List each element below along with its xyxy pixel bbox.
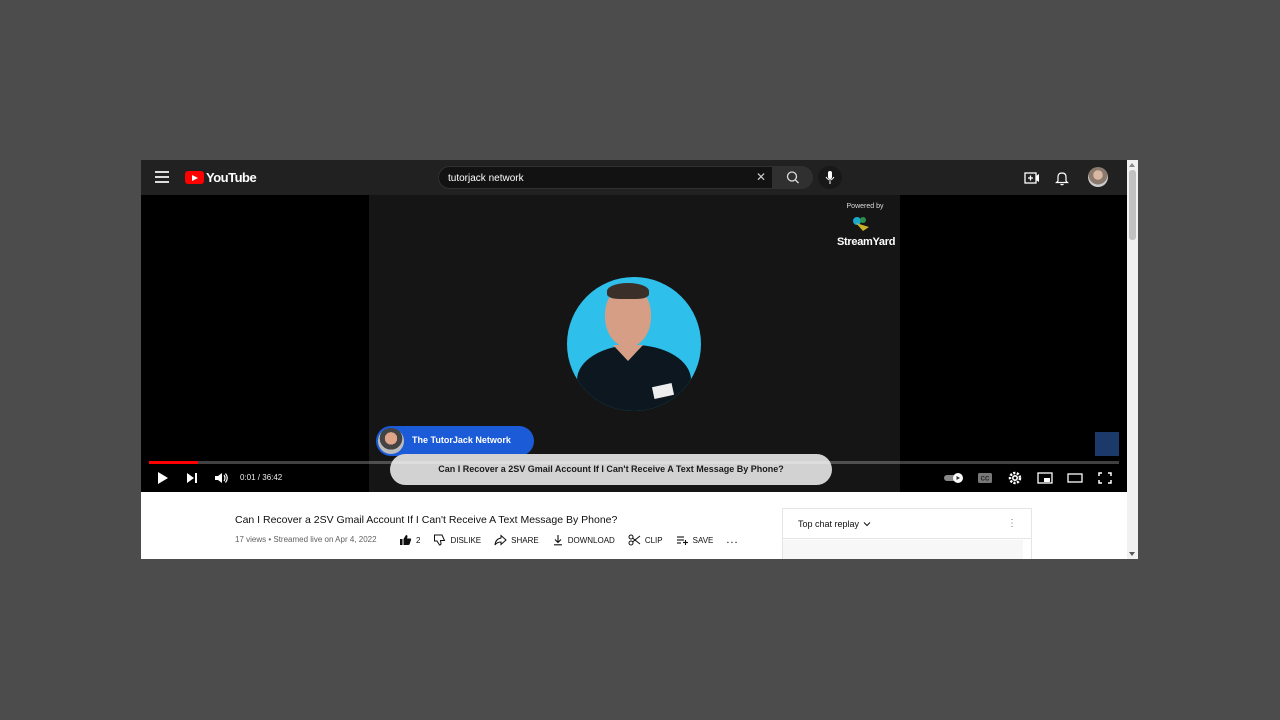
autoplay-toggle-icon[interactable] (943, 470, 965, 486)
fullscreen-icon[interactable] (1096, 470, 1114, 486)
clip-button[interactable]: CLIP (628, 534, 663, 546)
top-bar: YouTube ✕ (141, 160, 1127, 195)
youtube-logo[interactable]: YouTube (185, 170, 257, 185)
share-icon (494, 534, 507, 546)
chat-panel: Top chat replay ⋮ (782, 508, 1032, 559)
play-icon[interactable] (154, 470, 172, 486)
search-box: ✕ (438, 166, 773, 189)
time-display: 0:01 / 36:42 (240, 473, 283, 482)
download-button[interactable]: DOWNLOAD (552, 534, 615, 546)
youtube-logo-icon (185, 171, 204, 184)
chat-menu-icon[interactable]: ⋮ (1007, 518, 1017, 529)
host-name: The TutorJack Network (412, 435, 511, 445)
search-icon (786, 171, 799, 184)
avatar[interactable] (1088, 167, 1108, 187)
notifications-icon[interactable] (1053, 169, 1071, 187)
search-button[interactable] (773, 166, 813, 189)
like-count: 2 (416, 535, 421, 545)
video-meta: 17 views • Streamed live on Apr 4, 2022 (235, 535, 377, 544)
share-label: SHARE (511, 535, 539, 545)
clip-label: CLIP (644, 535, 663, 545)
share-button[interactable]: SHARE (494, 534, 539, 546)
chat-body (783, 540, 1023, 559)
clear-icon[interactable]: ✕ (756, 170, 766, 184)
scroll-up-arrow[interactable] (1129, 163, 1135, 167)
player-controls: 0:01 / 36:42 CC (141, 465, 1127, 492)
video-title: Can I Recover a 2SV Gmail Account If I C… (235, 514, 618, 526)
clip-icon (628, 534, 641, 546)
captions-icon[interactable]: CC (976, 470, 994, 486)
download-label: DOWNLOAD (567, 535, 615, 545)
host-avatar (378, 428, 404, 454)
scrollbar[interactable] (1127, 160, 1138, 559)
action-bar: 2 DISLIKE SHARE DOWNLOAD CLIP SAVE ... (399, 534, 739, 546)
save-label: SAVE (692, 535, 714, 545)
powered-by-label: Powered by (846, 203, 884, 210)
progress-bar[interactable] (149, 461, 1119, 464)
dislike-icon (434, 534, 446, 546)
host-video-circle (567, 277, 701, 411)
dislike-label: DISLIKE (450, 535, 482, 545)
streamyard-logo-icon (853, 217, 869, 231)
mic-button[interactable] (818, 166, 842, 189)
svg-text:CC: CC (981, 477, 990, 483)
next-icon[interactable] (183, 470, 201, 486)
streamyard-text: StreamYard (837, 236, 896, 248)
download-icon (553, 535, 562, 546)
like-button[interactable]: 2 (399, 534, 420, 546)
logo-text: YouTube (206, 170, 257, 185)
host-name-banner: The TutorJack Network (376, 426, 534, 456)
mic-icon (825, 171, 835, 184)
settings-icon[interactable] (1006, 470, 1024, 486)
browser-window: YouTube ✕ (141, 160, 1138, 559)
more-actions-button[interactable]: ... (726, 534, 738, 546)
video-player[interactable]: Powered by StreamYard The TutorJack Netw… (141, 195, 1127, 492)
video-details: Can I Recover a 2SV Gmail Account If I C… (141, 492, 1127, 559)
corner-watermark (1095, 432, 1119, 456)
like-icon (400, 535, 412, 545)
progress-fill (149, 461, 198, 464)
chevron-down-icon (863, 521, 871, 526)
chat-mode-label: Top chat replay (798, 518, 860, 529)
save-icon (676, 536, 688, 545)
search-input[interactable] (448, 170, 748, 186)
create-video-icon[interactable] (1023, 169, 1041, 187)
scroll-down-arrow[interactable] (1129, 552, 1135, 556)
miniplayer-icon[interactable] (1036, 470, 1054, 486)
chat-header[interactable]: Top chat replay (783, 509, 1031, 539)
volume-icon[interactable] (212, 470, 230, 486)
menu-icon[interactable] (155, 171, 169, 183)
scroll-thumb[interactable] (1129, 170, 1136, 240)
save-button[interactable]: SAVE (676, 534, 714, 546)
dislike-button[interactable]: DISLIKE (433, 534, 481, 546)
theater-icon[interactable] (1066, 470, 1084, 486)
